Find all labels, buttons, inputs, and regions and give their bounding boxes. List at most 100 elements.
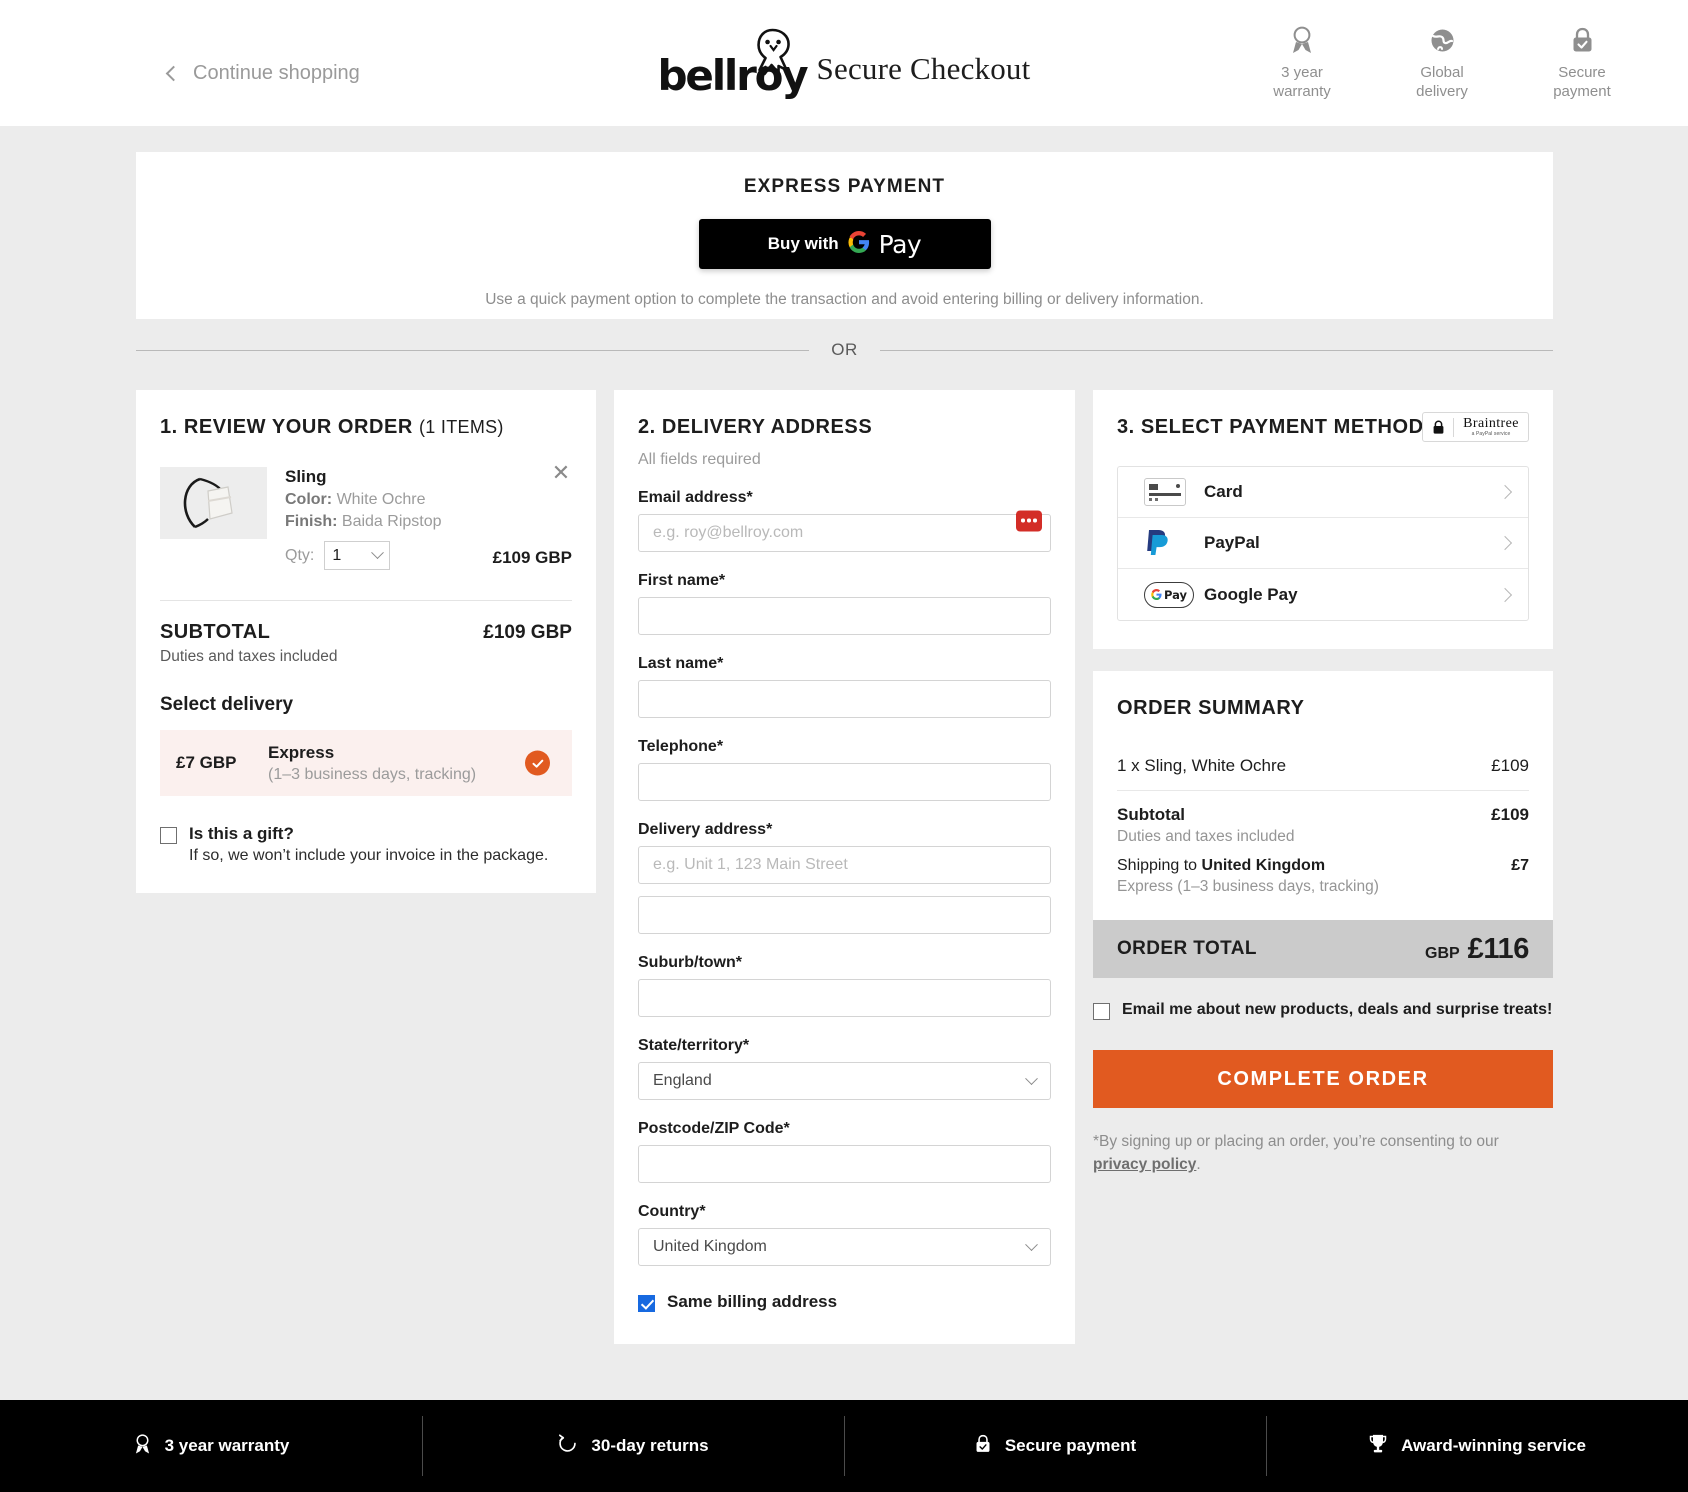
postcode-label: Postcode/ZIP Code* — [638, 1120, 790, 1137]
email-label: Email address* — [638, 489, 753, 506]
delivery-address-column: 2. DELIVERY ADDRESS All fields required … — [614, 390, 1075, 1344]
page-footer: 3 year warranty 30-day returns Secure pa… — [0, 1400, 1688, 1492]
chevron-down-icon — [371, 546, 385, 560]
summary-line-item-value: £109 — [1491, 756, 1529, 775]
subtotal-value: £109 GBP — [483, 622, 572, 643]
trust-badge-delivery-line2: delivery — [1416, 82, 1468, 100]
summary-subtotal-label: Subtotal — [1117, 805, 1185, 824]
complete-order-button[interactable]: COMPLETE ORDER — [1093, 1050, 1553, 1108]
payment-column: 3. SELECT PAYMENT METHOD Braintree a Pay… — [1093, 390, 1553, 1177]
product-color-value: White Ochre — [336, 491, 426, 508]
delivery-address-line2-field[interactable] — [638, 896, 1051, 934]
state-territory-label: State/territory* — [638, 1037, 750, 1054]
chevron-left-icon — [165, 65, 182, 82]
country-label: Country* — [638, 1203, 706, 1220]
product-finish: Finish: Baida Ripstop — [285, 513, 572, 531]
gpay-pay-label: Pay — [878, 229, 922, 259]
remove-item-button[interactable]: ✕ — [550, 462, 572, 485]
quantity-select[interactable]: 1 — [324, 541, 391, 570]
product-name: Sling — [285, 467, 327, 486]
product-finish-value: Baida Ripstop — [341, 513, 442, 530]
payment-method-card[interactable]: Card — [1118, 467, 1528, 518]
field-last-name: Last name* — [638, 655, 1051, 718]
country-value: United Kingdom — [653, 1238, 767, 1255]
braintree-name: Braintree — [1463, 416, 1519, 431]
payment-method-paypal-label: PayPal — [1204, 533, 1260, 552]
quantity-row: Qty: 1 £109 GBP — [285, 541, 572, 570]
order-total-currency: GBP — [1425, 944, 1460, 962]
field-state-territory: State/territory* England — [638, 1037, 1051, 1100]
telephone-field[interactable] — [638, 763, 1051, 801]
trust-badge-secure: Secure payment — [1534, 22, 1630, 102]
product-color: Color: White Ochre — [285, 491, 572, 509]
bellroy-logo[interactable]: bellroy — [658, 28, 809, 102]
quantity-label: Qty: — [285, 546, 315, 564]
suburb-town-label: Suburb/town* — [638, 954, 742, 971]
state-territory-value: England — [653, 1072, 712, 1089]
gpay-buy-with-label: Buy with — [767, 234, 839, 253]
same-billing-checkbox[interactable] — [638, 1295, 655, 1312]
email-optin-checkbox[interactable] — [1093, 1003, 1110, 1020]
lastpass-icon[interactable] — [1016, 510, 1042, 531]
field-suburb-town: Suburb/town* — [638, 954, 1051, 1017]
order-summary-panel: ORDER SUMMARY 1 x Sling, White Ochre £10… — [1093, 671, 1553, 1177]
trust-badge-delivery: Global delivery — [1394, 22, 1490, 102]
credit-card-icon — [1144, 478, 1204, 506]
order-total-label: ORDER TOTAL — [1117, 938, 1257, 959]
order-total-amount: £116 — [1467, 932, 1530, 965]
suburb-town-field[interactable] — [638, 979, 1051, 1017]
order-divider — [160, 600, 572, 601]
review-order-heading-text: 1. REVIEW YOUR ORDER — [160, 416, 413, 438]
lock-check-icon — [1534, 22, 1630, 58]
product-row: ✕ Sling Color: White Ochre Finish: Baida… — [160, 462, 572, 570]
country-select[interactable]: United Kingdom — [638, 1228, 1051, 1266]
first-name-field[interactable] — [638, 597, 1051, 635]
delivery-address-panel: 2. DELIVERY ADDRESS All fields required … — [614, 390, 1075, 1344]
delivery-address-field[interactable] — [638, 846, 1051, 884]
last-name-field[interactable] — [638, 680, 1051, 718]
product-line-price: £109 GBP — [492, 548, 572, 567]
footer-item-service-label: Award-winning service — [1401, 1436, 1586, 1455]
email-field[interactable] — [638, 514, 1051, 552]
email-optin-row: Email me about new products, deals and s… — [1093, 1000, 1553, 1020]
consent-prefix: *By signing up or placing an order, you’… — [1093, 1133, 1499, 1150]
order-summary-title: ORDER SUMMARY — [1117, 697, 1305, 719]
continue-shopping-link[interactable]: Continue shopping — [165, 62, 360, 85]
delivery-address-heading: 2. DELIVERY ADDRESS — [638, 416, 873, 438]
review-order-item-count: (1 ITEMS) — [419, 417, 504, 437]
buy-with-google-pay-button[interactable]: Buy with Pay — [698, 219, 991, 269]
payment-method-google-pay[interactable]: Pay Google Pay — [1118, 569, 1528, 620]
shipping-option-name: Express — [268, 742, 335, 762]
trust-badge-secure-line1: Secure — [1558, 64, 1606, 81]
chevron-right-icon — [1497, 484, 1513, 500]
braintree-subtitle: a PayPal service — [1471, 431, 1511, 437]
gift-question-label: Is this a gift? — [189, 824, 294, 843]
trust-badge-secure-line2: payment — [1553, 82, 1611, 100]
shipping-option-description: (1–3 business days, tracking) — [268, 765, 477, 783]
or-divider: OR — [136, 340, 1553, 360]
summary-shipping-row: Shipping to United Kingdom £7 — [1117, 857, 1529, 875]
chevron-down-icon — [1025, 1071, 1038, 1085]
award-ribbon-icon — [133, 1432, 152, 1461]
payment-method-paypal[interactable]: PayPal — [1118, 518, 1528, 569]
select-payment-panel: 3. SELECT PAYMENT METHOD Braintree a Pay… — [1093, 390, 1553, 649]
gift-checkbox[interactable] — [160, 827, 177, 844]
postcode-field[interactable] — [638, 1145, 1051, 1183]
lock-check-icon — [974, 1433, 992, 1460]
product-color-label: Color: — [285, 491, 333, 508]
paypal-icon — [1144, 528, 1204, 558]
product-finish-label: Finish: — [285, 513, 338, 530]
summary-subtotal-note: Duties and taxes included — [1117, 828, 1295, 845]
braintree-badge: Braintree a PayPal service — [1422, 412, 1529, 442]
review-order-column: 1. REVIEW YOUR ORDER (1 ITEMS) ✕ Sling C… — [136, 390, 596, 893]
shipping-option-price: £7 GBP — [176, 753, 237, 772]
state-territory-select[interactable]: England — [638, 1062, 1051, 1100]
divider-line-right — [879, 349, 1553, 351]
footer-item-secure-label: Secure payment — [1004, 1436, 1137, 1455]
google-pay-icon: Pay — [1144, 581, 1204, 608]
continue-shopping-label: Continue shopping — [193, 62, 360, 84]
shipping-option-express[interactable]: £7 GBP Express (1–3 business days, track… — [160, 730, 572, 796]
privacy-policy-link[interactable]: privacy policy — [1093, 1156, 1196, 1173]
email-optin-label: Email me about new products, deals and s… — [1122, 1001, 1553, 1018]
first-name-label: First name* — [638, 572, 726, 589]
